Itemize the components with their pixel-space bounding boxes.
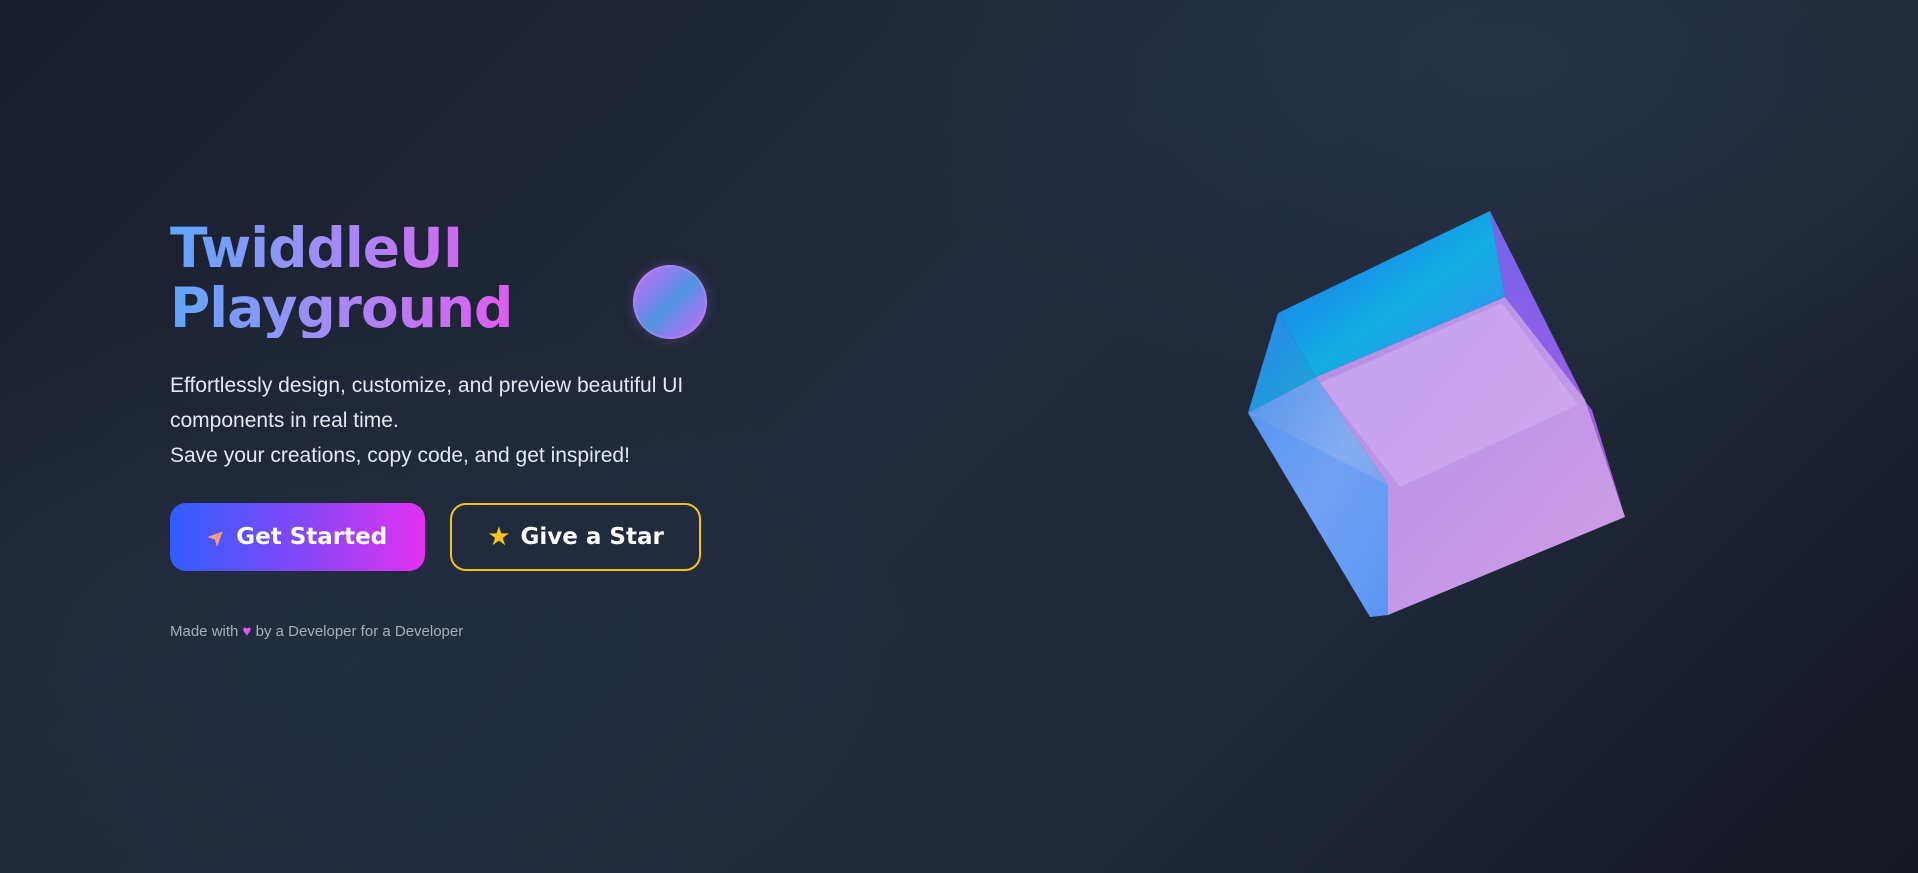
heart-icon: ♥ <box>242 623 252 640</box>
get-started-label: Get Started <box>236 524 388 550</box>
title-line-1: TwiddleUI <box>170 216 463 280</box>
give-star-label: Give a Star <box>520 524 664 550</box>
page-title: TwiddleUI Playground <box>170 218 512 338</box>
glass-cube-illustration <box>1240 205 1630 625</box>
footer-suffix: by a Developer for a Developer <box>255 623 464 640</box>
title-line-2: Playground <box>170 276 513 340</box>
get-started-button[interactable]: ➤ Get Started <box>170 503 425 571</box>
hero-subtitle: Effortlessly design, customize, and prev… <box>170 368 760 473</box>
gradient-orb <box>633 265 707 339</box>
give-star-button[interactable]: ★ Give a Star <box>450 503 701 571</box>
footer-prefix: Made with <box>170 623 239 640</box>
subtitle-line-1: Effortlessly design, customize, and prev… <box>170 374 684 432</box>
rocket-icon: ➤ <box>201 521 233 553</box>
footer-note: Made with ♥ by a Developer for a Develop… <box>170 623 463 640</box>
star-icon: ★ <box>487 522 511 552</box>
subtitle-line-2: Save your creations, copy code, and get … <box>170 444 630 467</box>
